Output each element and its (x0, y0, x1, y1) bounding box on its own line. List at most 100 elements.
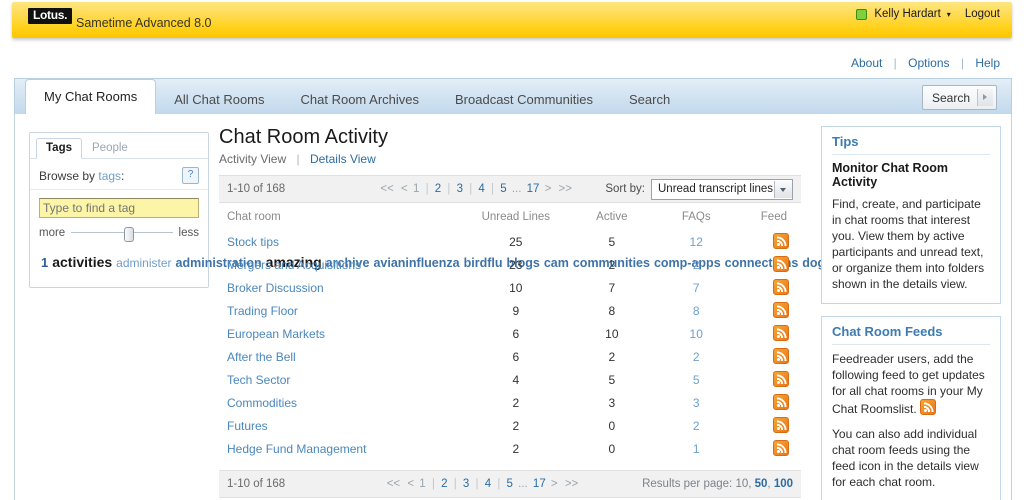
table-row: Futures 2 0 2 (219, 414, 801, 437)
sort-by-value: Unread transcript lines (658, 183, 774, 195)
faqs-link[interactable]: 3 (693, 396, 700, 410)
faqs-link[interactable]: 2 (693, 258, 700, 272)
rss-feed-icon[interactable] (773, 256, 789, 272)
tab-search[interactable]: Search (611, 84, 688, 115)
minitab-people[interactable]: People (82, 138, 138, 159)
rpp-50[interactable]: 50 (755, 478, 768, 490)
logout-link[interactable]: Logout (965, 8, 1000, 20)
faqs-link[interactable]: 2 (693, 419, 700, 433)
chevron-right-icon (977, 89, 993, 106)
page-end-bottom[interactable]: >> (565, 478, 578, 490)
chat-room-link[interactable]: Stock tips (227, 235, 279, 249)
rss-feed-icon[interactable] (773, 302, 789, 318)
page-2-bottom[interactable]: 2 (441, 478, 447, 490)
content-area: Tags People Browse by tags: ? more less … (14, 114, 1012, 500)
sort-by-label: Sort by: (605, 183, 645, 195)
chat-room-link[interactable]: Commodities (227, 396, 297, 410)
browse-prefix: Browse by (39, 168, 99, 183)
page-1-top[interactable]: 1 (413, 183, 419, 195)
details-view-link[interactable]: Details View (310, 152, 376, 166)
page-5-bottom[interactable]: 5 (507, 478, 513, 490)
page-next-bottom[interactable]: > (551, 478, 558, 490)
page-last-number-top[interactable]: 17 (527, 183, 540, 195)
utility-separator-1: | (893, 56, 897, 70)
page-next-top[interactable]: > (545, 183, 552, 195)
page-prev-top[interactable]: < (401, 183, 408, 195)
search-button[interactable]: Search (921, 85, 997, 110)
page-3-top[interactable]: 3 (457, 183, 463, 195)
faqs-link[interactable]: 5 (693, 373, 700, 387)
options-link[interactable]: Options (908, 56, 949, 70)
chat-room-link[interactable]: Hedge Fund Management (227, 442, 366, 456)
tag-search-input[interactable] (39, 198, 199, 218)
rss-feed-icon[interactable] (773, 371, 789, 387)
help-link[interactable]: Help (975, 56, 1000, 70)
tag-item[interactable]: activities (52, 254, 112, 270)
chat-room-link[interactable]: Broker Discussion (227, 281, 324, 295)
faqs-link[interactable]: 12 (690, 235, 703, 249)
page-4-bottom[interactable]: 4 (485, 478, 491, 490)
rss-feed-icon[interactable] (773, 348, 789, 364)
slider-handle[interactable] (123, 227, 134, 242)
tag-item[interactable]: administer (116, 256, 171, 270)
page-2-top[interactable]: 2 (435, 183, 441, 195)
faqs-link[interactable]: 1 (693, 442, 700, 456)
product-banner: Lotus. Sametime Advanced 8.0 Kelly Harda… (12, 2, 1012, 38)
user-name-label[interactable]: Kelly Hardart (874, 8, 940, 20)
tips-panel-body: Find, create, and participate in chat ro… (832, 197, 985, 291)
chat-room-link[interactable]: European Markets (227, 327, 325, 341)
faqs-link[interactable]: 2 (693, 350, 700, 364)
activity-view-link[interactable]: Activity View (219, 152, 286, 166)
rss-feed-icon[interactable] (773, 279, 789, 295)
cell-unread-lines: 25 (509, 234, 523, 249)
rss-feed-icon[interactable] (773, 440, 789, 456)
cell-active: 0 (608, 441, 616, 456)
tab-all-chat-rooms[interactable]: All Chat Rooms (156, 84, 282, 115)
rpp-10[interactable]: 10 (735, 478, 748, 490)
page-3-bottom[interactable]: 3 (463, 478, 469, 490)
chat-room-link[interactable]: Mergers and Acquisitions (227, 258, 361, 272)
faqs-link[interactable]: 10 (690, 327, 703, 341)
about-link[interactable]: About (851, 56, 882, 70)
sort-by-select[interactable]: Unread transcript lines (651, 178, 793, 200)
chevron-down-icon[interactable]: ▾ (947, 10, 951, 19)
chevron-down-icon[interactable] (774, 180, 792, 198)
rss-feed-icon[interactable] (773, 325, 789, 341)
page-1-bottom[interactable]: 1 (419, 478, 425, 490)
chat-room-link[interactable]: After the Bell (227, 350, 296, 364)
page-4-top[interactable]: 4 (478, 183, 484, 195)
faqs-link[interactable]: 8 (693, 304, 700, 318)
page-first-bottom[interactable]: << (387, 478, 400, 490)
page-pipe: | (475, 478, 479, 490)
browse-tags-word[interactable]: tags (98, 169, 121, 183)
chat-room-link[interactable]: Futures (227, 419, 268, 433)
cell-active: 0 (608, 418, 616, 433)
rss-feed-icon[interactable] (773, 417, 789, 433)
main-column: Chat Room Activity Activity View | Detai… (219, 126, 801, 498)
page-end-top[interactable]: >> (559, 183, 572, 195)
faqs-link[interactable]: 7 (693, 281, 700, 295)
rpp-100[interactable]: 100 (774, 478, 793, 490)
page-pipe: | (469, 183, 473, 195)
tab-chat-room-archives[interactable]: Chat Room Archives (283, 84, 438, 115)
rss-feed-icon[interactable] (920, 399, 937, 415)
tab-broadcast-communities[interactable]: Broadcast Communities (437, 84, 611, 115)
tag-size-slider[interactable] (71, 227, 173, 242)
rss-feed-icon[interactable] (773, 233, 789, 249)
chat-room-link[interactable]: Tech Sector (227, 373, 290, 387)
feeds-panel-body-1: Feedreader users, add the following feed… (832, 351, 990, 417)
tag-item[interactable]: 1 (41, 255, 48, 270)
tab-my-chat-rooms[interactable]: My Chat Rooms (25, 79, 157, 115)
chat-room-link[interactable]: Trading Floor (227, 304, 298, 318)
product-title: Sametime Advanced 8.0 (76, 16, 212, 30)
minitab-tags[interactable]: Tags (36, 138, 82, 159)
page-first-top[interactable]: << (380, 183, 393, 195)
rss-feed-icon[interactable] (773, 394, 789, 410)
cell-faqs: 5 (655, 368, 736, 391)
presence-available-icon (856, 8, 868, 20)
help-icon[interactable]: ? (182, 167, 199, 184)
page-5-top[interactable]: 5 (500, 183, 506, 195)
left-sidebar: Tags People Browse by tags: ? more less … (29, 132, 989, 288)
page-prev-bottom[interactable]: < (407, 478, 414, 490)
page-last-number-bottom[interactable]: 17 (533, 478, 546, 490)
